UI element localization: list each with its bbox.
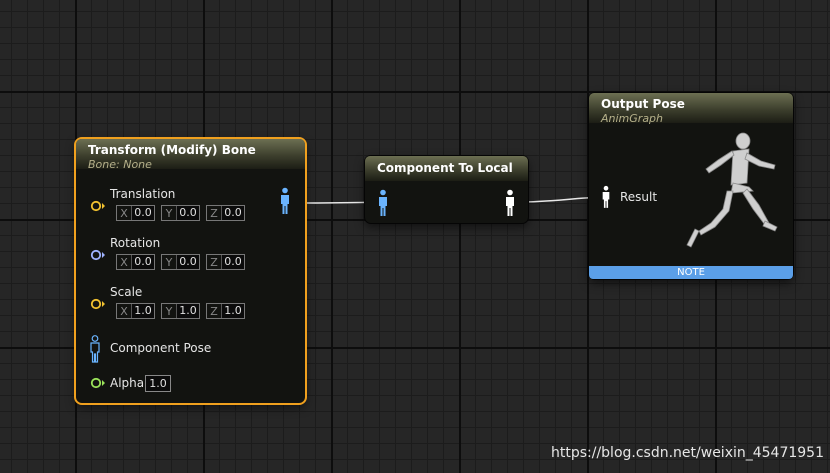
node-title: Output Pose (601, 97, 685, 111)
axis-label: X (120, 304, 128, 318)
rotation-y-field[interactable]: Y 0.0 (161, 254, 200, 270)
component-pose-label: Component Pose (110, 341, 212, 355)
translation-z-field[interactable]: Z 0.0 (206, 205, 245, 221)
rotation-vector: X 0.0 Y 0.0 Z 0.0 (116, 254, 245, 270)
scale-vector: X 1.0 Y 1.0 Z 1.0 (116, 303, 245, 319)
scale-pin-icon[interactable] (90, 298, 106, 310)
alpha-value-field[interactable]: 1.0 (145, 375, 171, 392)
node-header[interactable]: Component To Local (365, 156, 528, 181)
translation-y-value[interactable]: 0.0 (176, 206, 199, 220)
result-label: Result (620, 190, 658, 204)
rotation-z-value[interactable]: 0.0 (221, 255, 244, 269)
translation-x-field[interactable]: X 0.0 (116, 205, 155, 221)
mannequin-icon (686, 132, 778, 248)
component-pose-output-pin[interactable] (279, 187, 291, 215)
node-header[interactable]: Output Pose AnimGraph (589, 93, 793, 125)
scale-x-field[interactable]: X 1.0 (116, 303, 155, 319)
axis-label: Z (210, 304, 218, 318)
result-input-pin[interactable] (601, 185, 611, 209)
translation-y-field[interactable]: Y 0.0 (161, 205, 200, 221)
node-subtitle: Bone: None (88, 158, 152, 171)
watermark-text: https://blog.csdn.net/weixin_45471951 (550, 445, 824, 461)
local-pose-output-pin[interactable] (504, 189, 516, 217)
output-pose-node[interactable]: Output Pose AnimGraph Result NOTE (589, 93, 793, 279)
node-header[interactable]: Transform (Modify) Bone Bone: None (76, 139, 305, 171)
scale-x-value[interactable]: 1.0 (131, 304, 154, 318)
node-title: Component To Local (377, 161, 513, 175)
alpha-label: Alpha (110, 376, 145, 390)
scale-y-value[interactable]: 1.0 (176, 304, 199, 318)
axis-label: Y (165, 304, 173, 318)
transform-modify-bone-node[interactable]: Transform (Modify) Bone Bone: None Trans… (76, 139, 305, 403)
component-to-local-node[interactable]: Component To Local (365, 156, 528, 223)
translation-pin-icon[interactable] (90, 200, 106, 212)
translation-label: Translation (110, 187, 176, 201)
rotation-x-field[interactable]: X 0.0 (116, 254, 155, 270)
rotation-x-value[interactable]: 0.0 (131, 255, 154, 269)
scale-z-value[interactable]: 1.0 (221, 304, 244, 318)
component-pose-input-pin[interactable] (377, 189, 389, 217)
axis-label: Z (210, 255, 218, 269)
rotation-z-field[interactable]: Z 0.0 (206, 254, 245, 270)
rotation-label: Rotation (110, 236, 161, 250)
node-subtitle: AnimGraph (601, 112, 664, 125)
component-pose-input-pin[interactable] (89, 335, 101, 363)
alpha-pin-icon[interactable] (90, 377, 106, 389)
node-title: Transform (Modify) Bone (88, 143, 256, 157)
axis-label: Y (165, 206, 173, 220)
rotation-y-value[interactable]: 0.0 (176, 255, 199, 269)
rotation-pin-icon[interactable] (90, 249, 106, 261)
translation-x-value[interactable]: 0.0 (131, 206, 154, 220)
translation-z-value[interactable]: 0.0 (221, 206, 244, 220)
scale-y-field[interactable]: Y 1.0 (161, 303, 200, 319)
axis-label: X (120, 206, 128, 220)
translation-vector: X 0.0 Y 0.0 Z 0.0 (116, 205, 245, 221)
axis-label: Y (165, 255, 173, 269)
axis-label: Z (210, 206, 218, 220)
axis-label: X (120, 255, 128, 269)
scale-label: Scale (110, 285, 143, 299)
note-bar[interactable]: NOTE (589, 266, 793, 279)
scale-z-field[interactable]: Z 1.0 (206, 303, 245, 319)
